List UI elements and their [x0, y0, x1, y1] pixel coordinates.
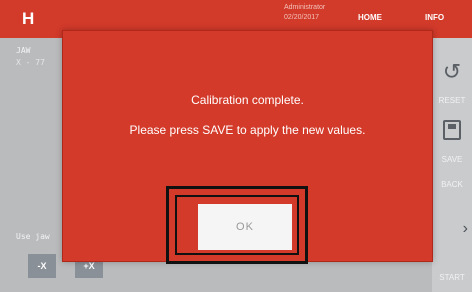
dialog-message-title: Calibration complete. — [191, 93, 304, 107]
user-info: Administrator 02/20/2017 — [284, 3, 325, 23]
sidebar: ↺ RESET SAVE BACK › START — [432, 38, 472, 292]
save-label: SAVE — [441, 155, 463, 164]
reset-label: RESET — [438, 96, 466, 105]
info-button[interactable]: INFO — [425, 13, 444, 22]
user-name: Administrator — [284, 4, 326, 11]
reset-icon: ↺ — [442, 59, 462, 84]
reset-button[interactable]: ↺ — [432, 60, 472, 84]
save-icon — [443, 120, 461, 140]
ok-button[interactable]: OK — [198, 204, 292, 250]
save-button[interactable] — [432, 120, 472, 144]
jog-minus-x-button[interactable]: -X — [28, 254, 56, 278]
logo: H — [22, 9, 35, 28]
dialog-message-body: Please press SAVE to apply the new value… — [129, 123, 366, 137]
date-text: 02/20/2017 — [284, 14, 320, 21]
start-button[interactable]: START — [432, 273, 472, 282]
jaw-label: JAW — [16, 46, 31, 55]
home-button[interactable]: HOME — [358, 13, 382, 22]
chevron-right-icon[interactable]: › — [463, 220, 468, 238]
coordinate-readout: X - 77 — [16, 58, 45, 67]
back-button[interactable]: BACK — [432, 180, 472, 189]
machine-screen: H Administrator 02/20/2017 HOME INFO JAW… — [0, 0, 472, 292]
jog-hint: Use jaw — [16, 232, 50, 241]
